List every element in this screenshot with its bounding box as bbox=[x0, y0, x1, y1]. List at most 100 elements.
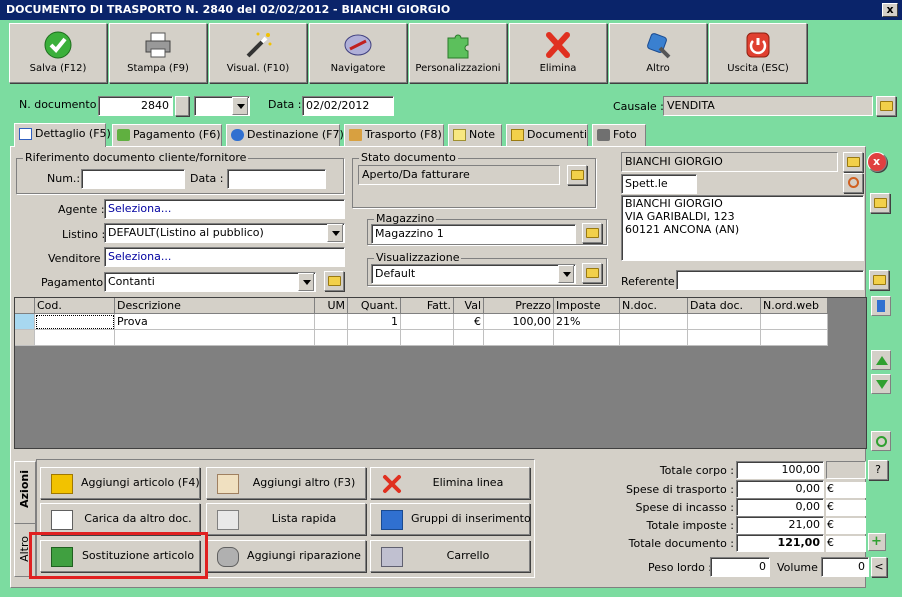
print-button[interactable]: Stampa (F9) bbox=[109, 23, 207, 83]
doc-total-add-button[interactable]: + bbox=[868, 533, 886, 551]
table-cell[interactable] bbox=[315, 314, 348, 330]
visualizzazione-folder-button[interactable] bbox=[582, 263, 602, 283]
pagamento-folder-button[interactable] bbox=[324, 271, 344, 291]
cart-button[interactable]: Carrello bbox=[370, 540, 530, 572]
chevron-down-icon[interactable] bbox=[298, 273, 314, 291]
cliente-address-box[interactable]: BIANCHI GIORGIO VIA GARIBALDI, 123 60121… bbox=[621, 195, 864, 261]
volume-button[interactable]: < bbox=[871, 557, 887, 577]
delete-line-button[interactable]: Elimina linea bbox=[370, 467, 530, 499]
quick-list-button[interactable]: Lista rapida bbox=[206, 503, 366, 535]
add-other-button[interactable]: Aggiungi altro (F3) bbox=[206, 467, 366, 499]
chevron-down-icon[interactable] bbox=[232, 97, 248, 115]
navigator-button[interactable]: Navigatore bbox=[309, 23, 407, 83]
table-cell[interactable] bbox=[688, 314, 761, 330]
volume-input[interactable]: 0 bbox=[821, 557, 869, 577]
cliente-folder-button[interactable] bbox=[843, 152, 863, 172]
cliente-clear-button[interactable]: x bbox=[867, 152, 887, 172]
help-button[interactable]: ? bbox=[868, 460, 888, 480]
table-cell[interactable] bbox=[35, 330, 115, 346]
col-header[interactable]: Prezzo bbox=[484, 298, 554, 314]
table-cell[interactable]: Prova bbox=[115, 314, 315, 330]
magazzino-folder-button[interactable] bbox=[582, 223, 602, 243]
load-from-doc-button[interactable]: Carica da altro doc. bbox=[40, 503, 200, 535]
rif-date-input[interactable] bbox=[227, 169, 326, 189]
table-cell[interactable] bbox=[315, 330, 348, 346]
stato-folder-button[interactable] bbox=[567, 165, 587, 185]
table-cell[interactable] bbox=[35, 314, 115, 330]
table-cell[interactable] bbox=[761, 314, 828, 330]
customize-button[interactable]: Personalizzazioni bbox=[409, 23, 507, 83]
col-header[interactable]: N.doc. bbox=[620, 298, 688, 314]
tab-destinazione[interactable]: Destinazione (F7) bbox=[226, 124, 344, 146]
shipping-input[interactable]: 0,00 bbox=[736, 480, 824, 498]
tab-foto[interactable]: Foto bbox=[592, 124, 646, 146]
col-header[interactable]: Imposte bbox=[554, 298, 620, 314]
table-cell[interactable]: 1 bbox=[348, 314, 401, 330]
move-top-button[interactable] bbox=[871, 296, 891, 316]
row-selector[interactable] bbox=[15, 314, 35, 330]
add-repair-button[interactable]: Aggiungi riparazione bbox=[206, 540, 366, 572]
cliente-refresh-button[interactable] bbox=[843, 173, 863, 193]
salutation-input[interactable]: Spett.le bbox=[621, 174, 697, 194]
doc-number-input[interactable]: 2840 bbox=[98, 96, 173, 116]
collection-input[interactable]: 0,00 bbox=[736, 498, 824, 516]
col-header[interactable]: Val bbox=[454, 298, 484, 314]
chevron-down-icon[interactable] bbox=[558, 265, 574, 283]
agente-input[interactable]: Seleziona... bbox=[104, 199, 345, 219]
row-selector[interactable] bbox=[15, 330, 35, 346]
table-cell[interactable]: 21% bbox=[554, 314, 620, 330]
col-header[interactable]: Data doc. bbox=[688, 298, 761, 314]
tab-pagamento[interactable]: Pagamento (F6) bbox=[112, 124, 222, 146]
col-header[interactable]: Fatt. bbox=[401, 298, 454, 314]
tab-azioni[interactable]: Azioni bbox=[14, 461, 36, 524]
col-header[interactable]: UM bbox=[315, 298, 348, 314]
move-down-button[interactable] bbox=[871, 374, 891, 394]
exit-button[interactable]: Uscita (ESC) bbox=[709, 23, 807, 83]
referente-folder-button[interactable] bbox=[869, 270, 889, 290]
other-button[interactable]: Altro bbox=[609, 23, 707, 83]
table-cell[interactable] bbox=[401, 330, 454, 346]
window-close-button[interactable]: x bbox=[882, 3, 898, 17]
table-cell[interactable] bbox=[688, 330, 761, 346]
col-header[interactable]: Cod. bbox=[35, 298, 115, 314]
items-grid[interactable]: Cod. Descrizione UM Quant. Fatt. Val Pre… bbox=[14, 297, 867, 449]
table-cell[interactable] bbox=[454, 330, 484, 346]
col-header[interactable]: Descrizione bbox=[115, 298, 315, 314]
address-folder-button[interactable] bbox=[870, 193, 890, 213]
date-input[interactable]: 02/02/2012 bbox=[302, 96, 394, 116]
tab-trasporto[interactable]: Trasporto (F8) bbox=[344, 124, 444, 146]
table-cell[interactable]: € bbox=[454, 314, 484, 330]
table-cell[interactable] bbox=[620, 314, 688, 330]
tab-note[interactable]: Note bbox=[448, 124, 502, 146]
causale-folder-button[interactable] bbox=[876, 96, 896, 116]
table-cell[interactable] bbox=[484, 330, 554, 346]
table-cell[interactable] bbox=[115, 330, 315, 346]
referente-input[interactable] bbox=[676, 270, 864, 290]
col-header[interactable]: N.ord.web bbox=[761, 298, 828, 314]
listino-select[interactable]: DEFAULT(Listino al pubblico) bbox=[104, 223, 345, 243]
delete-button[interactable]: Elimina bbox=[509, 23, 607, 83]
move-up-button[interactable] bbox=[871, 350, 891, 370]
col-header[interactable]: Quant. bbox=[348, 298, 401, 314]
rif-num-input[interactable] bbox=[81, 169, 185, 189]
visualizzazione-select[interactable]: Default bbox=[371, 264, 576, 284]
venditore-input[interactable]: Seleziona... bbox=[104, 247, 345, 267]
add-article-button[interactable]: Aggiungi articolo (F4) bbox=[40, 467, 200, 499]
pagamento-select[interactable]: Contanti bbox=[104, 272, 316, 292]
tab-documenti[interactable]: Documenti bbox=[506, 124, 588, 146]
chevron-down-icon[interactable] bbox=[327, 224, 343, 242]
table-cell[interactable] bbox=[620, 330, 688, 346]
table-cell[interactable] bbox=[554, 330, 620, 346]
tab-dettaglio[interactable]: Dettaglio (F5) bbox=[14, 123, 111, 147]
table-cell[interactable]: 100,00 bbox=[484, 314, 554, 330]
table-cell[interactable] bbox=[348, 330, 401, 346]
refresh-grid-button[interactable] bbox=[871, 431, 891, 451]
save-button[interactable]: Salva (F12) bbox=[9, 23, 107, 83]
table-cell[interactable] bbox=[401, 314, 454, 330]
table-cell[interactable] bbox=[761, 330, 828, 346]
doc-number-spin[interactable] bbox=[175, 96, 189, 116]
gross-weight-input[interactable]: 0 bbox=[710, 557, 770, 577]
preview-button[interactable]: Visual. (F10) bbox=[209, 23, 307, 83]
insert-groups-button[interactable]: Gruppi di inserimento bbox=[370, 503, 531, 535]
magazzino-input[interactable]: Magazzino 1 bbox=[371, 224, 576, 244]
